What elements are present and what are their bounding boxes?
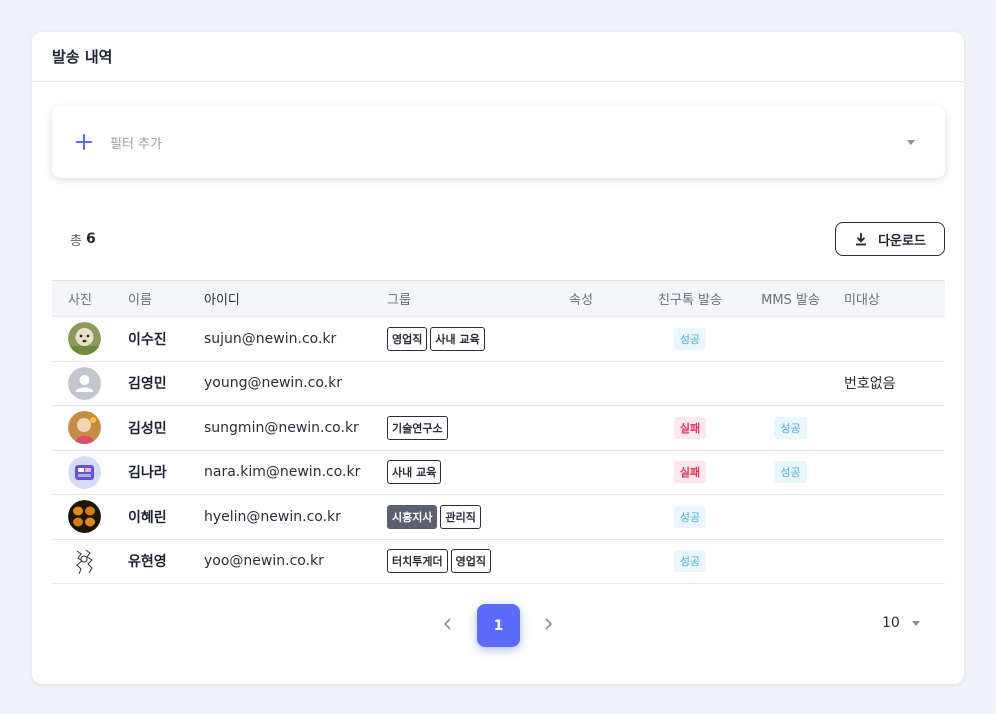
row-id: yoo@newin.co.kr (204, 553, 324, 570)
row-id: hyelin@newin.co.kr (204, 508, 341, 525)
chevron-down-icon (911, 620, 920, 626)
plus-icon (74, 132, 94, 152)
kakao-status-badge: 성공 (673, 327, 707, 350)
kakao-status-badge: 성공 (673, 550, 707, 573)
page-size-value: 10 (882, 615, 900, 631)
mms-status-badge: 성공 (774, 461, 807, 484)
pagination: 1 10 (52, 604, 945, 647)
kakao-status-badge: 실패 (673, 416, 707, 439)
header-none: 미대상 (844, 293, 880, 308)
row-groups: 터치투게더 영업직 (387, 549, 569, 574)
chevron-left-icon[interactable] (440, 616, 456, 632)
avatar (68, 455, 101, 489)
total-count: 6 (85, 231, 96, 247)
row-name: 김나라 (128, 465, 167, 482)
avatar (68, 500, 101, 534)
row-name: 김성민 (128, 420, 167, 437)
mms-status-badge: 성공 (774, 416, 807, 439)
download-label: 다운로드 (878, 232, 926, 248)
download-icon (856, 233, 867, 246)
filter-add-dropdown[interactable]: 필터 추가 (52, 106, 945, 178)
page-button-current[interactable]: 1 (477, 604, 520, 647)
row-name: 유현영 (128, 554, 167, 571)
table-row[interactable]: 이수진 sujun@newin.co.kr 영업직 사내 교육 성공 (52, 317, 945, 362)
row-groups: 시흥지사 관리직 (387, 504, 569, 529)
download-button[interactable]: 다운로드 (835, 222, 945, 256)
header-attr: 속성 (569, 293, 593, 308)
kakao-status-badge: 성공 (673, 505, 707, 528)
table-row[interactable]: 김나라 nara.kim@newin.co.kr 사내 교육 실패 성공 (52, 451, 945, 495)
group-tag: 영업직 (450, 549, 491, 574)
row-id: nara.kim@newin.co.kr (204, 464, 361, 481)
filter-add-label: 필터 추가 (110, 136, 162, 152)
group-tag: 터치투게더 (387, 549, 448, 574)
header-mms: MMS 발송 (761, 293, 820, 308)
row-groups: 영업직 사내 교육 (387, 326, 569, 351)
row-name: 이수진 (128, 331, 167, 348)
card-title: 발송 내역 (52, 48, 113, 66)
row-id: sungmin@newin.co.kr (204, 419, 359, 436)
group-tag: 관리직 (440, 504, 481, 529)
kakao-status-badge: 실패 (673, 461, 707, 484)
chevron-right-icon[interactable] (540, 616, 556, 632)
default-avatar-icon (68, 366, 101, 400)
row-groups: 사내 교육 (387, 460, 569, 485)
row-name: 이혜린 (128, 509, 167, 526)
table-header: 사진 이름 아이디 그룹 속성 친구톡 발송 MMS 발송 미대상 (52, 280, 945, 317)
row-name: 김영민 (128, 376, 167, 393)
table-row[interactable]: 김성민 sungmin@newin.co.kr 기술연구소 실패 성공 (52, 406, 945, 451)
table-row[interactable]: 유현영 yoo@newin.co.kr 터치투게더 영업직 성공 (52, 540, 945, 584)
send-history-card: 발송 내역 필터 추가 총 6 다운로드 사진 이름 아이디 그룹 속성 친구톡… (32, 32, 964, 684)
avatar (68, 544, 101, 578)
summary-row: 총 6 다운로드 (52, 222, 945, 256)
card-header: 발송 내역 (32, 32, 964, 82)
send-history-table: 사진 이름 아이디 그룹 속성 친구톡 발송 MMS 발송 미대상 이수진 su… (52, 280, 945, 584)
header-id: 아이디 (204, 293, 240, 308)
header-group: 그룹 (387, 293, 411, 308)
table-row[interactable]: 이혜린 hyelin@newin.co.kr 시흥지사 관리직 성공 (52, 495, 945, 540)
header-kakao: 친구톡 발송 (658, 293, 722, 308)
chevron-down-icon (907, 139, 915, 145)
group-tag: 시흥지사 (387, 504, 438, 529)
header-photo: 사진 (68, 293, 92, 308)
group-tag: 기술연구소 (387, 415, 448, 440)
total-label: 총 (70, 233, 82, 249)
page-size-select[interactable]: 10 (882, 615, 920, 631)
avatar (68, 322, 101, 356)
table-row[interactable]: 김영민 young@newin.co.kr 번호없음 (52, 362, 945, 406)
group-tag: 사내 교육 (430, 326, 485, 351)
group-tag: 영업직 (387, 326, 428, 351)
none-status: 번호없음 (844, 376, 896, 393)
group-tag: 사내 교육 (387, 460, 442, 485)
row-id: young@newin.co.kr (204, 375, 342, 392)
row-id: sujun@newin.co.kr (204, 330, 337, 347)
avatar (68, 411, 101, 445)
header-name: 이름 (128, 293, 152, 308)
row-groups: 기술연구소 (387, 415, 569, 440)
